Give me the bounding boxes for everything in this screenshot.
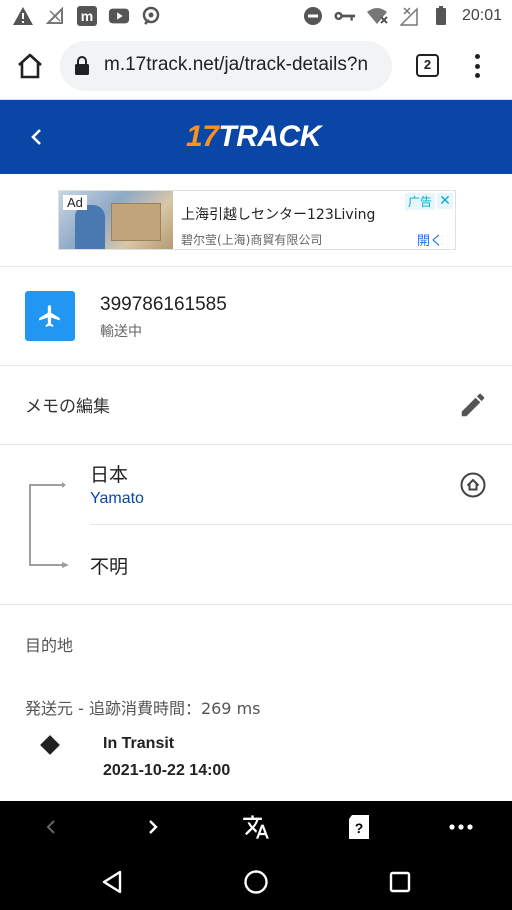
nav-home-button[interactable] [241, 867, 271, 897]
m-app-icon: m [76, 5, 98, 27]
carrier-home-button[interactable] [458, 470, 488, 500]
shipment-type-badge [25, 291, 75, 341]
svg-text:?: ? [355, 820, 364, 836]
17track-logo[interactable]: 17TRACK [186, 120, 321, 154]
ad-close-icon[interactable]: ✕ [437, 193, 453, 209]
chevron-left-icon [31, 129, 41, 145]
ad-company: 碧尔莹(上海)商貿有限公司 [181, 233, 323, 247]
translate-icon [243, 815, 269, 839]
event-time: 2021-10-22 14:00 [103, 762, 231, 779]
square-recents-icon [389, 871, 411, 893]
carrier-link[interactable]: Yamato [90, 490, 144, 508]
destination-section-label: 目的地 [25, 636, 74, 655]
source-section-label: 発送元 - 追跡消費時間：269 ms [25, 699, 261, 718]
location-pin-icon [140, 5, 162, 27]
ad-choices-badge[interactable]: 广告 [404, 193, 435, 210]
help-button[interactable]: ? [344, 813, 374, 841]
tab-switcher-button[interactable]: 2 [416, 54, 439, 77]
browser-menu-button[interactable] [470, 52, 484, 80]
more-options-button[interactable] [446, 813, 476, 841]
more-horizontal-icon [449, 824, 473, 830]
back-page-button[interactable] [36, 813, 66, 841]
system-navigation-bar [0, 853, 512, 910]
translate-button[interactable] [241, 813, 271, 841]
divider [0, 365, 512, 366]
route-connector-icon [26, 482, 70, 572]
edit-memo-button[interactable] [458, 390, 488, 420]
timeline-marker [40, 735, 60, 755]
wifi-icon [366, 5, 388, 27]
triangle-back-icon [102, 870, 122, 894]
home-circle-icon [460, 472, 486, 498]
ad-title[interactable]: 上海引越しセンター123Living [181, 204, 375, 224]
address-bar[interactable]: m.17track.net/ja/track-details?n [60, 41, 392, 91]
destination-country: 不明 [90, 556, 129, 578]
divider [0, 266, 512, 267]
no-sim-icon [398, 5, 420, 27]
bottom-toolbar: ? [0, 801, 512, 853]
tracking-number: 399786161585 [100, 294, 227, 315]
warning-icon [12, 5, 34, 27]
event-status: In Transit [103, 735, 175, 752]
pencil-icon [461, 393, 485, 417]
divider [0, 604, 512, 605]
tracking-status: 輸送中 [100, 324, 142, 340]
lock-icon [74, 56, 90, 80]
ad-banner[interactable]: Ad 上海引越しセンター123Living 碧尔莹(上海)商貿有限公司 广告 ✕… [58, 190, 456, 250]
airplane-icon [39, 305, 60, 327]
browser-toolbar: m.17track.net/ja/track-details?n 2 [0, 32, 512, 100]
chevron-right-icon [149, 820, 158, 834]
nav-back-button[interactable] [98, 867, 128, 897]
youtube-icon [108, 5, 130, 27]
back-button[interactable] [24, 124, 50, 150]
app-header: 17TRACK [0, 100, 512, 174]
ad-image: Ad [59, 191, 173, 249]
ad-tag: Ad [63, 195, 87, 210]
help-card-icon: ? [349, 815, 369, 839]
no-signal-icon [44, 5, 66, 27]
do-not-disturb-icon [302, 5, 324, 27]
nav-recents-button[interactable] [385, 867, 415, 897]
divider [0, 444, 512, 445]
url-text: m.17track.net/ja/track-details?n [104, 54, 369, 75]
home-icon [18, 53, 42, 79]
clock: 20:01 [461, 7, 502, 24]
memo-edit-label[interactable]: メモの編集 [25, 392, 110, 417]
battery-icon [430, 5, 452, 27]
divider [90, 524, 512, 525]
status-bar: m 20:01 [0, 0, 512, 32]
home-button[interactable] [14, 50, 46, 82]
origin-country: 日本 [90, 464, 129, 486]
circle-home-icon [244, 870, 268, 894]
svg-text:m: m [81, 8, 93, 24]
forward-page-button[interactable] [138, 813, 168, 841]
chevron-left-icon [46, 820, 55, 834]
key-icon [334, 5, 356, 27]
ad-open-link[interactable]: 開く [417, 230, 443, 249]
